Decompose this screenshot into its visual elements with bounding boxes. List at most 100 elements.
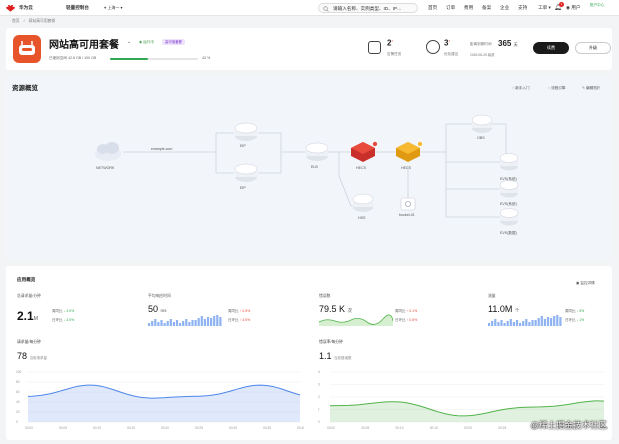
ticket-link[interactable]: 工单 ▾: [538, 5, 551, 11]
metric-change-requests-day-label: 日环比: [52, 318, 63, 322]
chevron-down-icon[interactable]: ⌄: [127, 39, 131, 45]
metric-value-latency: 50 ms: [148, 304, 167, 314]
error-rate-chart-ytick: 3: [318, 383, 320, 387]
hss-node[interactable]: [352, 193, 374, 212]
chart-value-error-rate-number: 1.1: [319, 351, 332, 361]
node-label-network: NETWORK: [96, 166, 115, 170]
requests-chart-xtick: 00:10: [93, 426, 101, 430]
error-rate-chart-ytick: 4: [318, 370, 320, 374]
region-select-label: 上海一: [107, 5, 120, 10]
error-rate-chart-xtick: 00:25: [498, 426, 506, 430]
node-label-eip-1: EIP: [240, 144, 246, 148]
eip-node-1[interactable]: [234, 122, 258, 141]
suggestion-count[interactable]: 3•: [444, 38, 450, 48]
expire-days-value: 365: [498, 39, 512, 48]
latency-bar: [213, 316, 216, 326]
alarm-label: 告警任务: [387, 52, 402, 56]
metric-value-errors: 79.5 K 次: [319, 304, 352, 314]
region-select[interactable]: ⌖ 上海一 ▾: [104, 5, 123, 11]
metric-change-traffic-day: 日环比 ↓ 1%: [565, 318, 584, 323]
monitor-detail-link[interactable]: ▣ 监控详情: [576, 281, 595, 286]
breadcrumb: 首页 / 网站高可用套餐: [12, 19, 59, 24]
upgrade-button[interactable]: 升级: [575, 42, 611, 54]
eip-node-2[interactable]: [234, 163, 258, 182]
latency-bar: [200, 316, 203, 326]
evs-node-2[interactable]: [499, 180, 519, 198]
elb-node[interactable]: [305, 142, 329, 161]
monitor-icon: ▣: [576, 281, 580, 285]
evs-node-1[interactable]: [499, 153, 519, 171]
latency-bar: [182, 321, 185, 326]
search-input[interactable]: 请输入名称、实例类型、ID、IP…: [318, 3, 418, 13]
breadcrumb-separator: /: [23, 19, 25, 23]
nav-link-support[interactable]: 支持: [518, 5, 527, 11]
nav-link-enterprise[interactable]: 企业: [500, 5, 509, 11]
traffic-bar: [519, 323, 522, 326]
requests-chart-xtick: 00:15: [127, 426, 135, 430]
ecs-node-warning[interactable]: [396, 141, 423, 163]
node-label-evs-2: EVS(系统): [500, 201, 517, 206]
error-rate-chart-ytick: 1: [318, 408, 320, 412]
search-icon: [323, 6, 329, 12]
breadcrumb-home[interactable]: 首页: [12, 19, 20, 23]
ecs-node-alert[interactable]: [351, 141, 378, 163]
package-header: 网站高可用套餐 ⌄ ◉ 运行中 高可用套餐 已使用空间 42.8 GB / 10…: [6, 28, 612, 70]
package-icon: [13, 35, 41, 63]
nav-link-home[interactable]: 首页: [428, 5, 437, 11]
nav-link-orders[interactable]: 订单: [446, 5, 455, 11]
evs-node-3[interactable]: [499, 208, 519, 226]
ticket-label: 工单: [538, 5, 548, 10]
chart-value-requests-number: 78: [17, 351, 28, 361]
status-dot-icon: ◉: [139, 40, 143, 44]
huawei-logo-icon[interactable]: [5, 3, 16, 13]
chart-value-error-rate-unit: 当前错误数: [334, 356, 352, 360]
metric-change-latency-day-value: ↑ 3.5%: [239, 318, 251, 322]
requests-chart-xtick: 00:30: [229, 426, 237, 430]
latency-bar: [206, 317, 210, 326]
metric-value-traffic-unit: 个: [514, 308, 520, 313]
console-link[interactable]: 轻量控制台: [66, 5, 89, 11]
account-link[interactable]: 账户中心: [590, 3, 614, 7]
bucket-node[interactable]: [400, 197, 416, 211]
traffic-bar: [528, 322, 531, 326]
metric-change-errors-week: 周同比 ↑ 0.1%: [395, 309, 417, 314]
traffic-bar: [556, 315, 559, 326]
metric-value-traffic-number: 11.0M: [488, 304, 513, 314]
metric-value-errors-unit: 次: [347, 308, 353, 313]
network-node[interactable]: [95, 142, 121, 161]
error-rate-chart-xtick: 00:00: [327, 426, 335, 430]
suggestion-count-dot: •: [448, 38, 450, 43]
latency-bar: [148, 323, 151, 326]
alarm-icon: [368, 41, 381, 54]
metric-change-errors-day-label: 日环比: [395, 318, 406, 322]
gauge-icon: [426, 40, 440, 54]
requests-area-chart: 100 80 60 40 20 0 00:00 00:05 00:10 00:15 00:20 00:…: [16, 370, 304, 430]
brand-name[interactable]: 华为云: [19, 5, 33, 11]
traffic-bar: [494, 319, 497, 326]
storage-progress-fill: [110, 58, 148, 60]
nav-link-billing[interactable]: 费用: [464, 5, 473, 11]
renew-button[interactable]: 续费: [533, 42, 569, 54]
obs-node[interactable]: [471, 114, 493, 133]
requests-chart-ytick: 60: [16, 390, 20, 394]
metric-change-latency-week: 周同比 ↑ 0.5%: [228, 309, 250, 314]
latency-bar: [175, 320, 179, 326]
user-menu[interactable]: ◉ 用户: [566, 5, 581, 11]
location-icon: ⌖: [104, 5, 107, 10]
latency-bar: [151, 321, 154, 326]
storage-progress-bar: [110, 58, 198, 60]
error-rate-chart-xtick: 00:10: [396, 426, 404, 430]
metric-change-errors-week-label: 周同比: [395, 309, 406, 313]
chart-title-requests: 请求量/每分钟: [17, 340, 41, 344]
traffic-bar: [503, 323, 506, 326]
expire-date[interactable]: 2026-08-25 续费: [470, 52, 494, 57]
nav-link-filing[interactable]: 备案: [482, 5, 491, 11]
expire-days-unit: 天: [513, 42, 518, 47]
traffic-bar: [512, 322, 515, 326]
package-tag: 高可用套餐: [162, 39, 185, 45]
page-title: 网站高可用套餐: [49, 40, 119, 51]
node-label-hss: HSS: [358, 216, 366, 220]
alarm-count[interactable]: 2•: [387, 38, 393, 48]
latency-bar: [179, 323, 182, 326]
latency-bar: [203, 319, 206, 326]
